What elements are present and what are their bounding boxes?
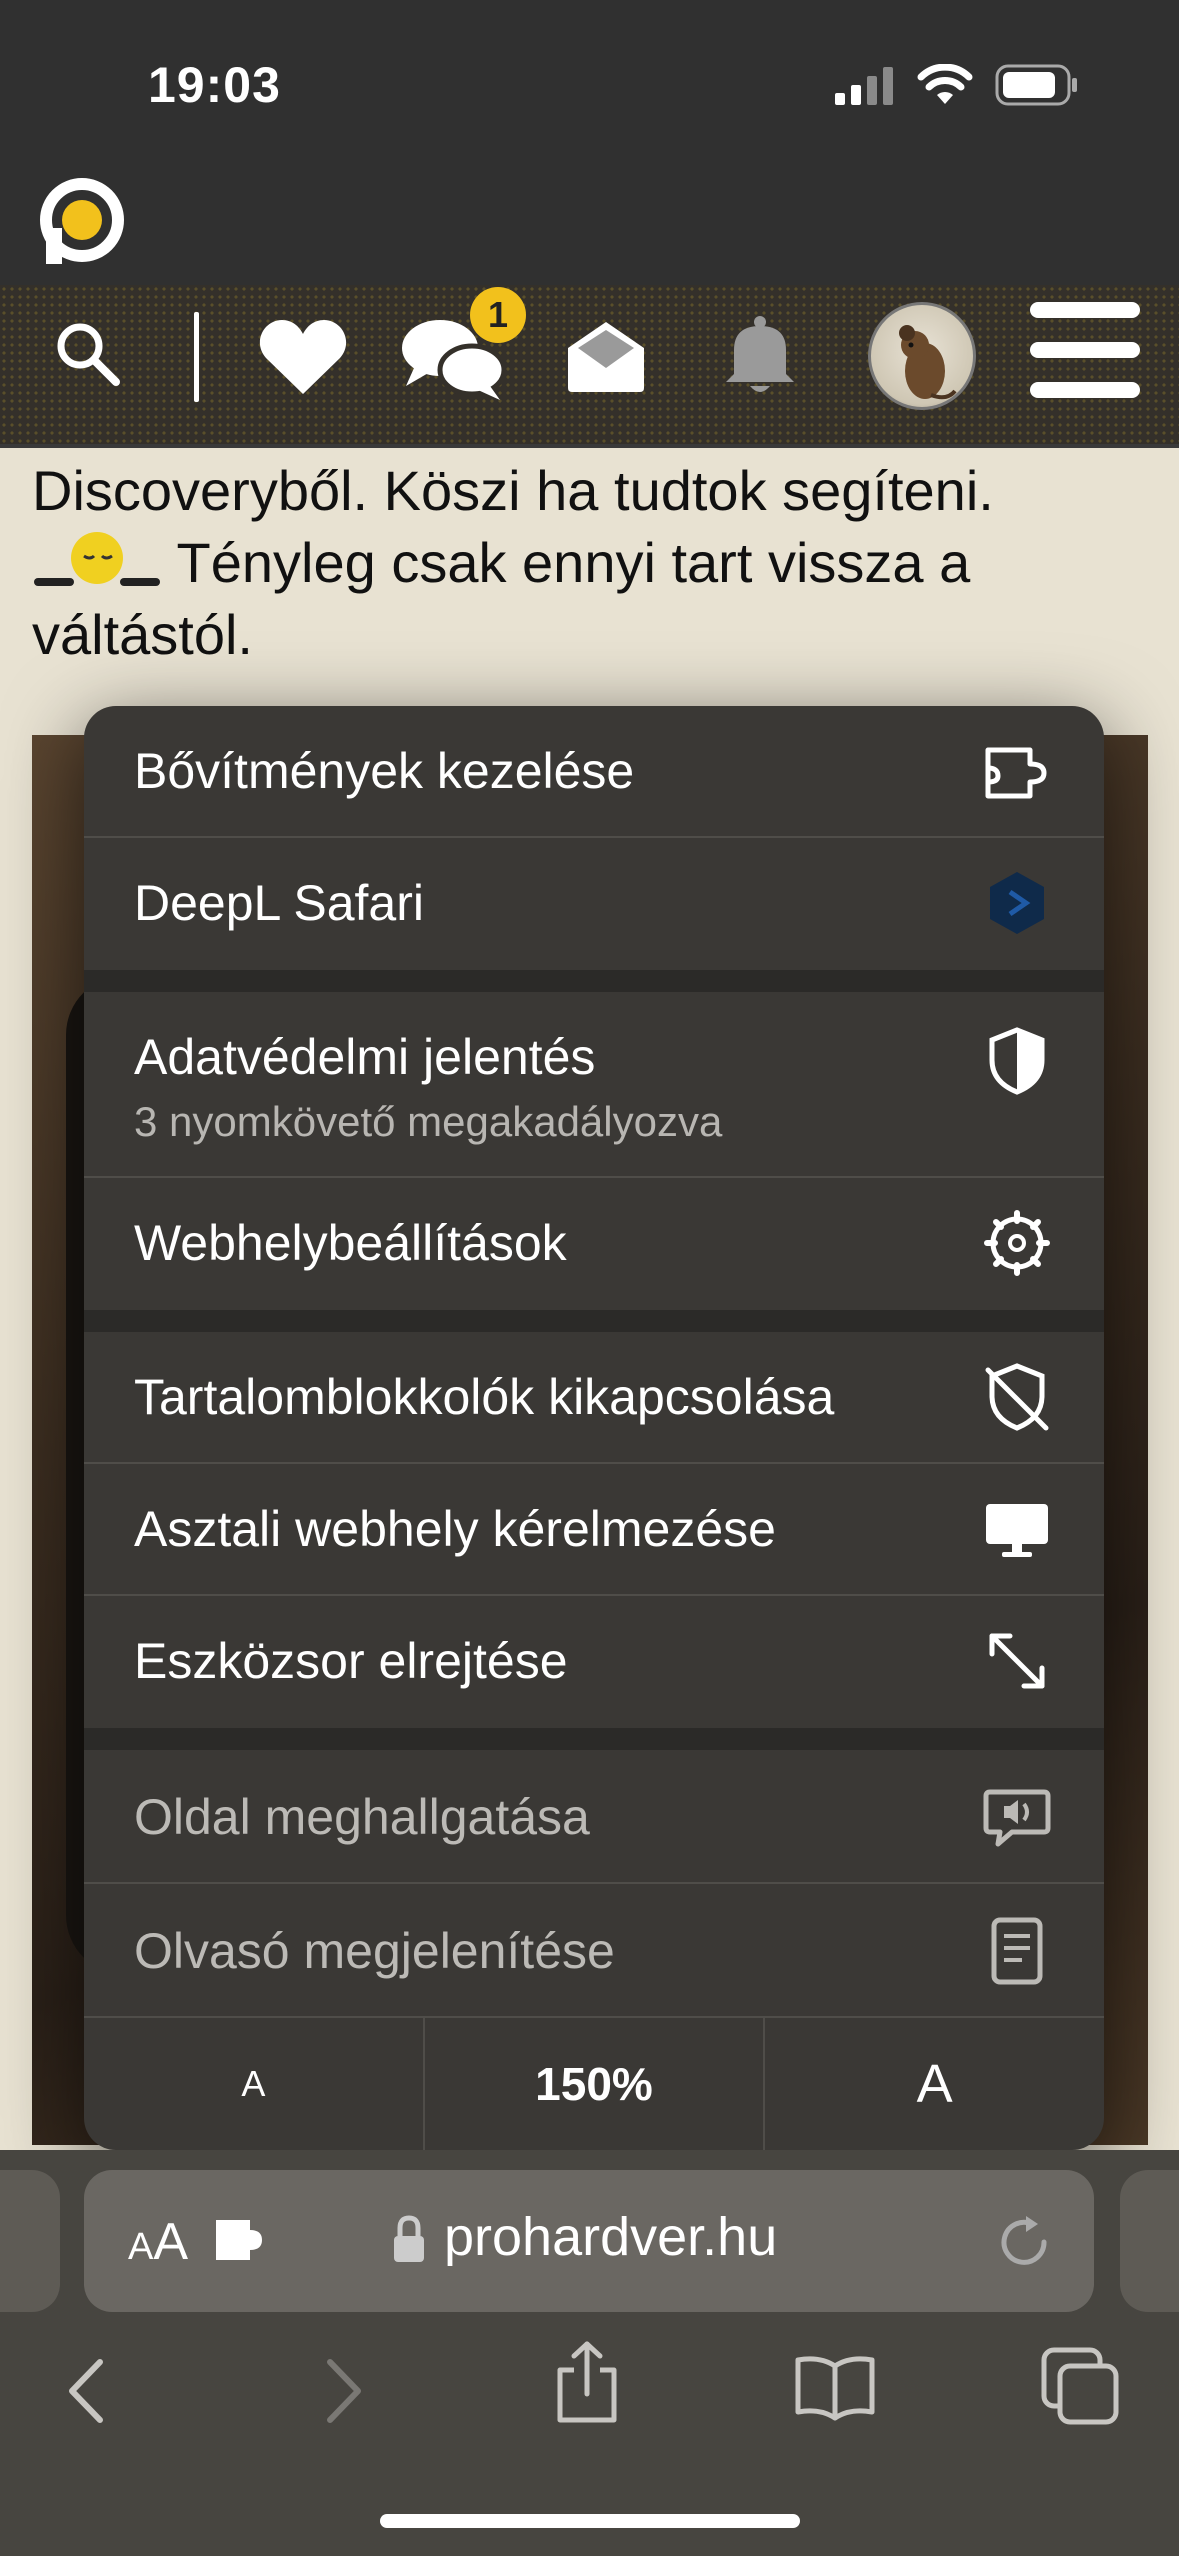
reload-icon[interactable]: [996, 2212, 1056, 2272]
status-bar: 19:03: [0, 0, 1179, 170]
zoom-controls: A 150% A: [84, 2018, 1104, 2150]
reader-icon: [991, 1917, 1043, 1985]
desktop-icon: [986, 1504, 1048, 1557]
aa-large: A: [153, 2213, 189, 2271]
menu-item-show-reader[interactable]: Olvasó megjelenítése: [84, 1884, 1104, 2018]
deepl-icon: [990, 872, 1044, 934]
bookmarks-icon[interactable]: [792, 2352, 878, 2422]
prohardver-logo[interactable]: [32, 178, 132, 268]
page-menu-popover: Bővítmények kezelése DeepL Safari Adatvé…: [84, 706, 1104, 2150]
menu-item-label: Olvasó megjelenítése: [134, 1923, 615, 1979]
zoom-decrease-button[interactable]: A: [84, 2018, 425, 2150]
menu-separator: [84, 970, 1104, 992]
battery-icon: [995, 64, 1077, 106]
post-text: Discoveryből. Köszi ha tudtok segíteni. …: [32, 455, 1152, 671]
back-icon[interactable]: [62, 2356, 112, 2426]
menu-item-label: Tartalomblokkolók kikapcsolása: [134, 1369, 835, 1425]
next-tab-preview[interactable]: [1120, 2170, 1179, 2312]
wifi-icon: [917, 64, 973, 104]
menu-separator: [84, 1728, 1104, 1750]
gear-icon: [984, 1210, 1050, 1276]
aa-small: A: [128, 2226, 154, 2268]
menu-item-privacy-report[interactable]: Adatvédelmi jelentés 3 nyomkövető megaka…: [84, 992, 1104, 1178]
previous-tab-preview[interactable]: [0, 2170, 60, 2312]
menu-item-label: Webhelybeállítások: [134, 1215, 567, 1271]
menu-item-request-desktop-site[interactable]: Asztali webhely kérelmezése: [84, 1464, 1104, 1596]
chat-badge: 1: [470, 287, 526, 343]
forward-icon[interactable]: [318, 2356, 368, 2426]
address-bar[interactable]: AA prohardver.hu: [84, 2170, 1094, 2312]
lock-icon: [394, 2215, 424, 2262]
zoom-level[interactable]: 150%: [425, 2018, 766, 2150]
url-text: prohardver.hu: [444, 2207, 778, 2267]
menu-separator: [84, 1310, 1104, 1332]
post-text-line: Discoveryből. Köszi ha tudtok segíteni.: [32, 459, 994, 522]
status-icons: [835, 64, 1079, 106]
page-format-button[interactable]: AA: [128, 2212, 188, 2272]
menu-item-disable-content-blockers[interactable]: Tartalomblokkolók kikapcsolása: [84, 1332, 1104, 1464]
speech-bubble-icon: [983, 1789, 1051, 1847]
bell-icon[interactable]: [722, 314, 798, 396]
hamburger-menu-icon[interactable]: [1030, 302, 1140, 398]
menu-item-deepl[interactable]: DeepL Safari: [84, 838, 1104, 970]
menu-item-listen-to-page[interactable]: Oldal meghallgatása: [84, 1750, 1104, 1884]
menu-item-label: Adatvédelmi jelentés: [134, 1029, 596, 1085]
avatar[interactable]: [868, 302, 976, 410]
menu-item-hide-toolbar[interactable]: Eszközsor elrejtése: [84, 1596, 1104, 1728]
post-text-line: Tényleg csak ennyi tart vissza a: [32, 527, 1152, 599]
share-icon[interactable]: [552, 2340, 622, 2426]
heart-icon[interactable]: [258, 318, 348, 396]
menu-item-manage-extensions[interactable]: Bővítmények kezelése: [84, 706, 1104, 838]
shield-slash-icon: [985, 1363, 1049, 1431]
extension-icon: [985, 747, 1047, 799]
post-text-fragment: Tényleg csak ennyi tart vissza a: [162, 531, 971, 594]
status-time: 19:03: [148, 57, 281, 113]
mail-icon[interactable]: [564, 318, 648, 394]
menu-item-label: Eszközsor elrejtése: [134, 1633, 568, 1689]
post-text-line: váltástól.: [32, 603, 253, 666]
menu-item-label: Oldal meghallgatása: [134, 1789, 590, 1845]
cellular-signal-icon: [835, 67, 893, 105]
sleeping-smiley-icon: [32, 530, 162, 590]
search-icon[interactable]: [52, 318, 124, 390]
menu-item-label: DeepL Safari: [134, 875, 424, 931]
shield-icon: [989, 1027, 1045, 1095]
menu-item-sublabel: 3 nyomkövető megakadályozva: [134, 1098, 723, 1145]
zoom-increase-button[interactable]: A: [765, 2018, 1104, 2150]
menu-item-website-settings[interactable]: Webhelybeállítások: [84, 1178, 1104, 1310]
home-indicator: [380, 2514, 800, 2528]
menu-item-label: Bővítmények kezelése: [134, 743, 635, 799]
expand-arrows-icon: [989, 1633, 1045, 1689]
extension-icon[interactable]: [212, 2212, 272, 2268]
nav-divider: [194, 312, 199, 402]
menu-item-label: Asztali webhely kérelmezése: [134, 1501, 776, 1557]
tabs-icon[interactable]: [1040, 2346, 1122, 2426]
